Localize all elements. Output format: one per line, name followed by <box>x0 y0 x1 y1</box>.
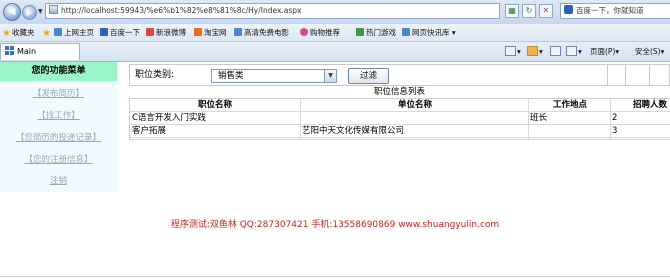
address-actions: ▦ ↻ ✕ <box>505 4 556 19</box>
job-table: 职位名称 单位名称 工作地点 招聘人数 C语言开发入门实践 班长 2 客户拓展 … <box>129 98 670 140</box>
cell-divider <box>649 65 650 85</box>
bottom-divider <box>0 276 670 277</box>
game-icon <box>356 28 364 36</box>
category-label: 职位类别: <box>135 70 175 80</box>
taobao-icon <box>194 28 202 36</box>
webslice-icon <box>402 28 410 36</box>
shopping-icon <box>300 28 308 36</box>
chevron-down-icon[interactable]: ▼ <box>324 70 336 82</box>
feeds-icon[interactable]: ▾ <box>527 44 543 59</box>
table-row[interactable]: C语言开发入门实践 班长 2 <box>130 112 670 125</box>
search-placeholder: 百度一下，你就知道 <box>576 6 644 15</box>
header-job-title: 职位名称 <box>197 100 232 110</box>
sidebar-item-registration-info[interactable]: 【您的注册信息】 <box>0 154 117 166</box>
table-header-row: 职位名称 单位名称 工作地点 招聘人数 <box>130 99 670 112</box>
star-icon: ★ <box>2 28 11 39</box>
movie-icon <box>234 28 242 36</box>
baidu-icon <box>100 28 108 36</box>
fav-item-webslices[interactable]: 网页快讯库 ▾ <box>402 24 456 41</box>
header-company: 单位名称 <box>397 100 432 110</box>
address-bar: ◀ ▶ ▼ http://localhost:59943/%e6%b1%82%e… <box>0 0 670 25</box>
favorites-bar: ★收藏夹 ★ 上网主页 百度一下 新浪微博 淘宝网 高清免费电影 购物推荐 热门… <box>0 24 670 42</box>
search-input[interactable]: 百度一下，你就知道 <box>560 3 670 19</box>
table-caption: 职位信息列表 <box>373 87 425 97</box>
sidebar-item-logout[interactable]: 注销 <box>0 175 117 187</box>
cell-divider <box>625 65 626 85</box>
fav-item-baidu[interactable]: 百度一下 <box>100 24 140 41</box>
fav-item-home[interactable]: 上网主页 <box>54 24 94 41</box>
table-row[interactable]: 客户拓展 艺阳中天文化传媒有限公司 3 <box>130 125 670 138</box>
cell-divider <box>607 65 608 85</box>
cell-location: 班长 <box>530 113 548 123</box>
fav-item-movies[interactable]: 高清免费电影 <box>234 24 289 41</box>
sidebar-title: 您的功能菜单 <box>0 62 117 81</box>
safety-menu[interactable]: 安全(S)▾ <box>635 44 664 59</box>
fav-item-taobao[interactable]: 淘宝网 <box>194 24 227 41</box>
weibo-icon <box>146 28 154 36</box>
tab-main[interactable]: Main <box>0 43 80 60</box>
filter-button[interactable]: 过滤 <box>348 68 389 84</box>
category-selected-value: 销售类 <box>218 71 244 81</box>
cell-headcount: 2 <box>612 113 618 123</box>
column-divider <box>300 99 301 139</box>
sidebar-item-find-job[interactable]: 【找工作】 <box>0 110 117 122</box>
page-favicon-icon <box>49 5 58 14</box>
header-headcount: 招聘人数 <box>632 100 667 110</box>
fav-item-games[interactable]: 热门游戏 <box>356 24 396 41</box>
cell-company: 艺阳中天文化传媒有限公司 <box>302 126 405 136</box>
sidebar-item-delivery-records[interactable]: 【您简历的投递记录】 <box>0 132 117 144</box>
column-divider <box>610 99 611 139</box>
mail-icon[interactable] <box>550 44 562 59</box>
cell-job-title: 客户拓展 <box>132 126 167 136</box>
page-grid-icon <box>5 46 14 55</box>
page-menu[interactable]: 页面(P)▾ <box>590 44 619 59</box>
print-icon[interactable]: ▾ <box>566 44 582 59</box>
fav-item-weibo[interactable]: 新浪微博 <box>146 24 186 41</box>
url-text: http://localhost:59943/%e6%b1%82%e8%81%8… <box>61 6 302 15</box>
stop-icon[interactable]: ✕ <box>539 4 553 18</box>
cell-job-title: C语言开发入门实践 <box>132 113 206 123</box>
tab-bar: Main ▾ ▾ ▾ 页面(P)▾ 安全(S)▾ <box>0 42 670 62</box>
history-dropdown-icon[interactable]: ▼ <box>38 8 43 15</box>
sidebar: 您的功能菜单 【发布简历】 【找工作】 【您简历的投递记录】 【您的注册信息】 … <box>0 62 117 192</box>
refresh-icon[interactable]: ↻ <box>522 4 536 18</box>
fav-item-shopping[interactable]: 购物推荐 <box>300 24 340 41</box>
category-select[interactable]: 销售类 ▼ <box>211 69 337 83</box>
globe-icon <box>54 28 62 36</box>
favorites-button[interactable]: ★收藏夹 <box>2 24 34 41</box>
footer-credits: 程序测试:双鱼林 QQ:287307421 手机:13558690869 www… <box>170 220 500 230</box>
baidu-logo-icon <box>564 5 573 14</box>
forward-arrow-icon[interactable]: ▶ <box>22 5 37 20</box>
filter-row: 职位类别: 销售类 ▼ 过滤 <box>129 64 670 86</box>
column-divider <box>528 99 529 139</box>
cell-headcount: 3 <box>612 126 618 136</box>
compat-view-icon[interactable]: ▦ <box>505 4 519 18</box>
header-location: 工作地点 <box>552 100 587 110</box>
home-icon[interactable]: ▾ <box>505 44 521 59</box>
back-arrow-icon[interactable]: ◀ <box>3 3 21 21</box>
sidebar-item-post-resume[interactable]: 【发布简历】 <box>0 88 117 100</box>
favorites-add-icon[interactable]: ★ <box>42 24 52 41</box>
url-input[interactable]: http://localhost:59943/%e6%b1%82%e8%81%8… <box>45 3 500 19</box>
